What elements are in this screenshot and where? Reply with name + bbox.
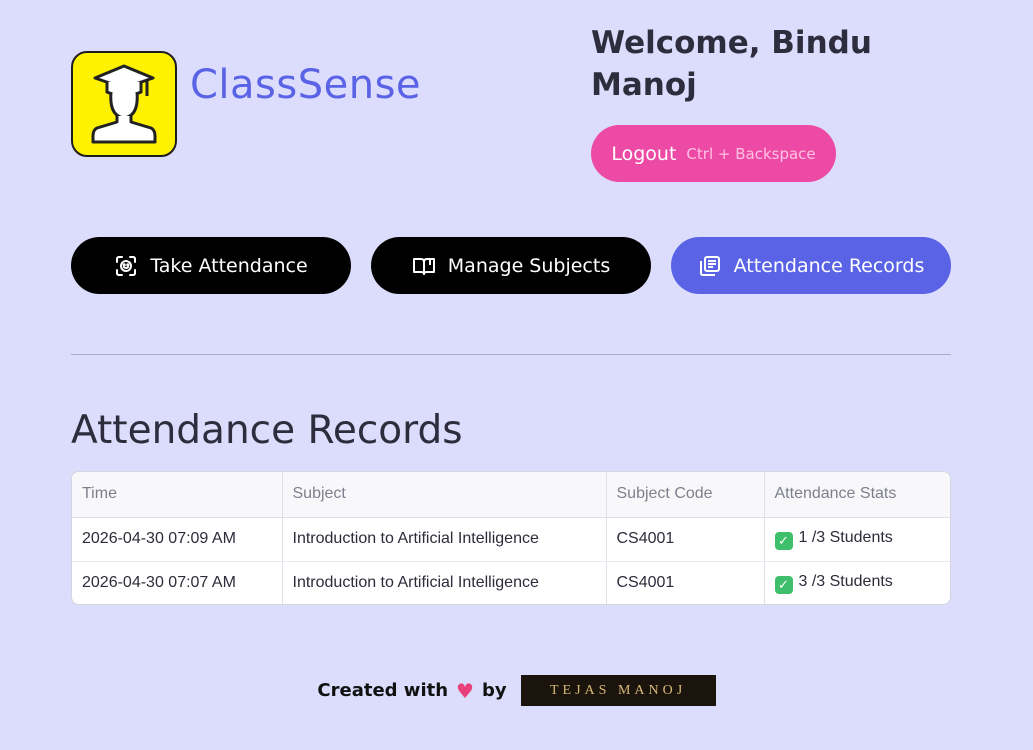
cell-attendance-stats: ✓ 3 /3 Students — [764, 561, 950, 604]
section-title: Attendance Records — [71, 408, 463, 453]
logout-button[interactable]: Logout Ctrl + Backspace — [591, 125, 836, 182]
cell-subject: Introduction to Artificial Intelligence — [282, 517, 607, 562]
cell-subject: Introduction to Artificial Intelligence — [282, 561, 607, 604]
records-icon — [699, 255, 720, 276]
cell-attendance-stats: ✓ 1 /3 Students — [764, 517, 950, 562]
cell-subject-code: CS4001 — [606, 517, 765, 562]
app-logo — [71, 51, 177, 157]
cell-subject-code: CS4001 — [606, 561, 765, 604]
manage-subjects-button[interactable]: Manage Subjects — [371, 237, 651, 294]
stats-text: 3 /3 Students — [798, 572, 893, 590]
footer: Created with ♥ by TEJAS MANOJ — [0, 675, 1033, 706]
cell-time: 2026-04-30 07:07 AM — [72, 561, 283, 604]
app-title: ClassSense — [190, 62, 422, 108]
take-attendance-label: Take Attendance — [150, 254, 308, 277]
divider — [71, 354, 951, 355]
column-header-time[interactable]: Time — [72, 472, 283, 518]
logout-shortcut: Ctrl + Backspace — [686, 144, 816, 163]
column-header-attendance-stats[interactable]: Attendance Stats — [764, 472, 950, 518]
check-icon: ✓ — [774, 531, 793, 550]
heart-icon: ♥ — [456, 678, 474, 703]
logout-label: Logout — [611, 142, 677, 165]
take-attendance-button[interactable]: Take Attendance — [71, 237, 351, 294]
table-row: 2026-04-30 07:09 AM Introduction to Arti… — [72, 517, 950, 562]
attendance-records-button[interactable]: Attendance Records — [671, 237, 951, 294]
footer-by: by — [481, 680, 507, 701]
column-header-subject[interactable]: Subject — [282, 472, 607, 518]
column-header-subject-code[interactable]: Subject Code — [606, 472, 765, 518]
cell-time: 2026-04-30 07:09 AM — [72, 517, 283, 562]
stats-text: 1 /3 Students — [798, 528, 893, 546]
table-row: 2026-04-30 07:07 AM Introduction to Arti… — [72, 561, 950, 604]
book-icon — [412, 257, 435, 275]
attendance-table: Time Subject Subject Code Attendance Sta… — [71, 471, 951, 605]
signature: TEJAS MANOJ — [520, 675, 716, 706]
face-scan-icon — [116, 255, 137, 276]
check-icon: ✓ — [774, 575, 793, 594]
footer-created-with: Created with — [317, 680, 449, 701]
manage-subjects-label: Manage Subjects — [447, 254, 611, 277]
graduate-icon — [91, 64, 157, 144]
welcome-message: Welcome, Bindu Manoj — [591, 25, 872, 103]
table-header-row: Time Subject Subject Code Attendance Sta… — [72, 472, 950, 518]
attendance-records-label: Attendance Records — [733, 254, 925, 277]
